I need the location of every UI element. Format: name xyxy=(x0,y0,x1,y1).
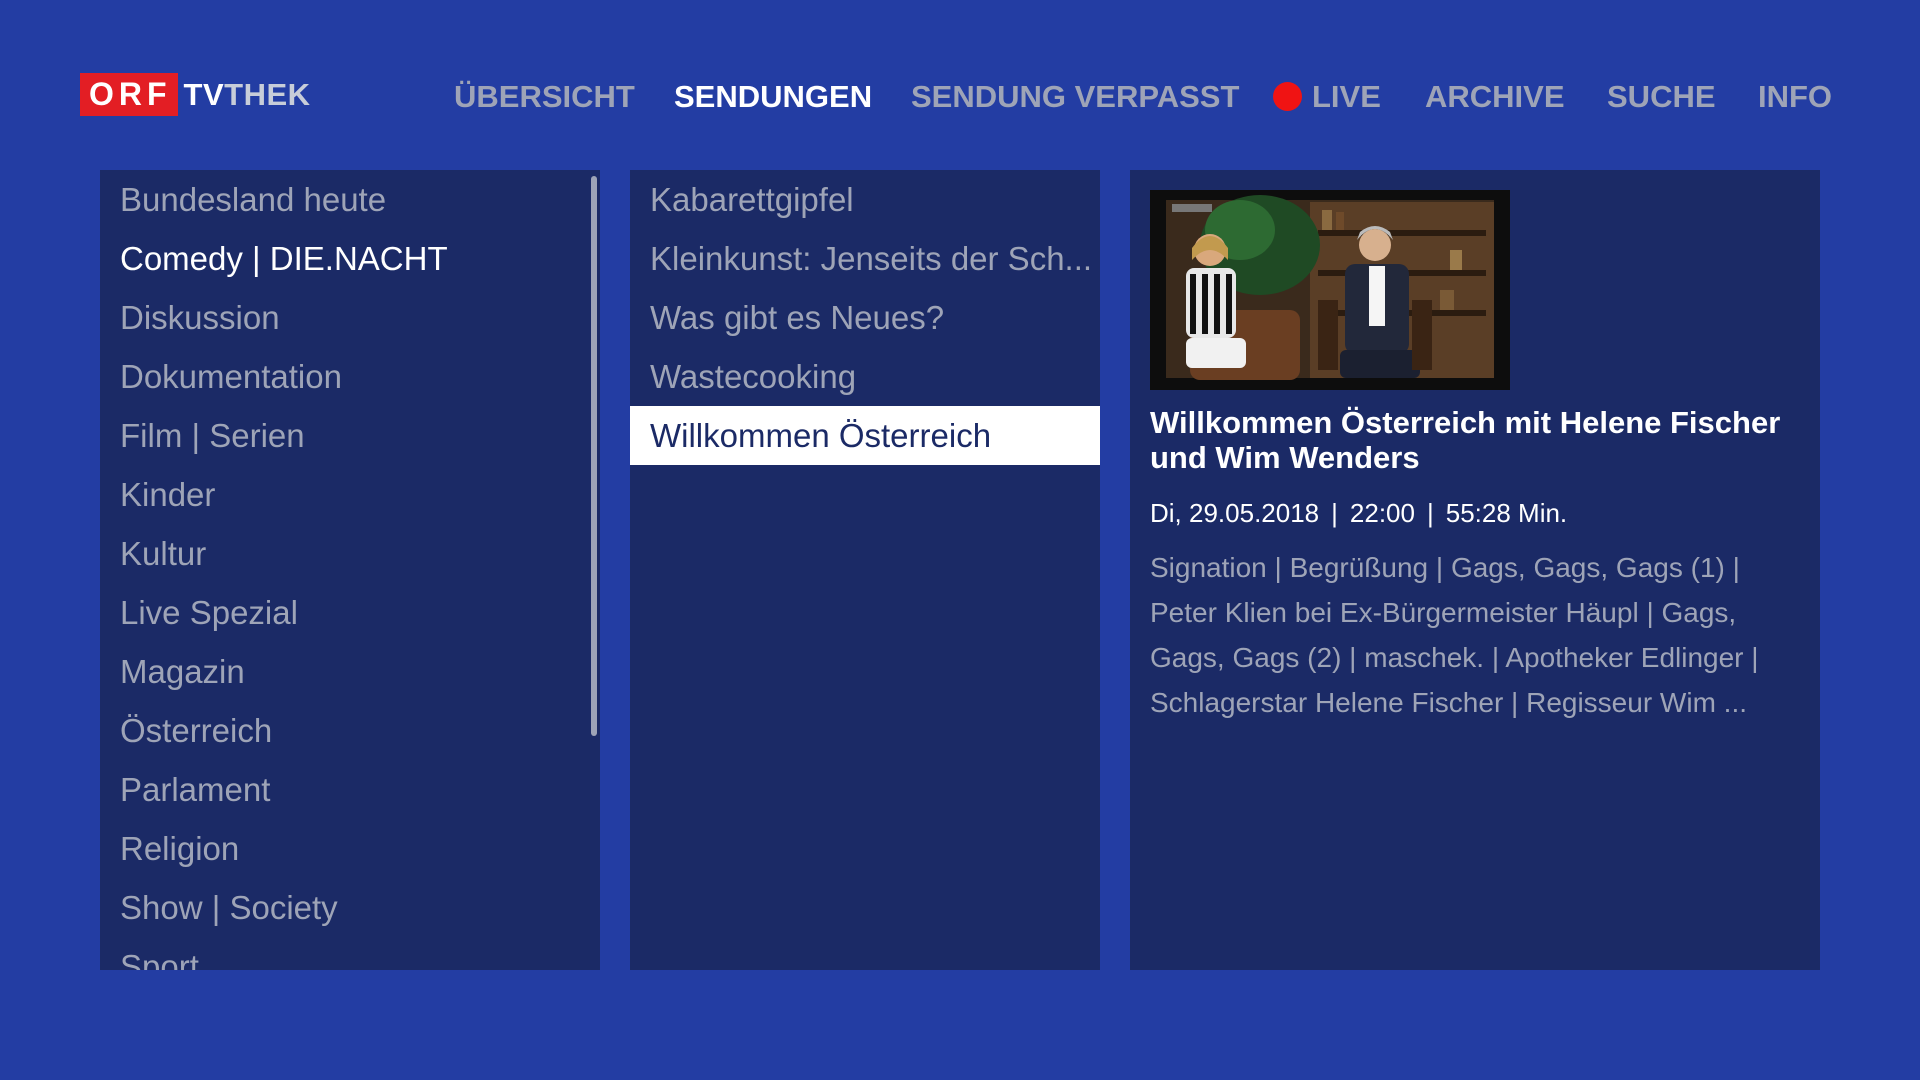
category-item[interactable]: Kinder xyxy=(100,465,600,524)
app-root: ORF TV THEK ÜBERSICHT SENDUNGEN SENDUNG … xyxy=(0,0,1920,1080)
nav-label: INFO xyxy=(1758,79,1833,114)
nav-live[interactable]: LIVE xyxy=(1273,76,1381,118)
nav-label: LIVE xyxy=(1312,79,1381,114)
episode-meta: Di, 29.05.2018 | 22:00 | 55:28 Min. xyxy=(1150,498,1567,529)
category-list[interactable]: Bundesland heute Comedy | DIE.NACHT Disk… xyxy=(100,170,600,970)
nav-archive[interactable]: ARCHIVE xyxy=(1425,76,1565,118)
main-nav: ÜBERSICHT SENDUNGEN SENDUNG VERPASST LIV… xyxy=(0,76,1920,118)
nav-label: SENDUNG VERPASST xyxy=(911,79,1240,114)
episode-thumbnail[interactable] xyxy=(1150,190,1510,390)
meta-separator: | xyxy=(1331,498,1338,528)
nav-suche[interactable]: SUCHE xyxy=(1607,76,1716,118)
category-item[interactable]: Diskussion xyxy=(100,288,600,347)
category-item[interactable]: Film | Serien xyxy=(100,406,600,465)
nav-label: ARCHIVE xyxy=(1425,79,1565,114)
episode-date: Di, 29.05.2018 xyxy=(1150,498,1320,528)
show-item[interactable]: Wastecooking xyxy=(630,347,1100,406)
nav-label: SUCHE xyxy=(1607,79,1716,114)
nav-label: SENDUNGEN xyxy=(674,79,873,114)
episode-title: Willkommen Österreich mit Helene Fischer… xyxy=(1150,405,1781,475)
show-item[interactable]: Was gibt es Neues? xyxy=(630,288,1100,347)
thumbnail-image xyxy=(1150,190,1510,390)
category-item[interactable]: Österreich xyxy=(100,701,600,760)
episode-description: Signation | Begrüßung | Gags, Gags, Gags… xyxy=(1150,552,1759,718)
nav-info[interactable]: INFO xyxy=(1758,76,1832,118)
nav-sendung-verpasst[interactable]: SENDUNG VERPASST xyxy=(911,76,1239,118)
category-item[interactable]: Parlament xyxy=(100,760,600,819)
category-item[interactable]: Bundesland heute xyxy=(100,170,600,229)
category-item[interactable]: Dokumentation xyxy=(100,347,600,406)
meta-separator: | xyxy=(1426,498,1434,528)
category-scrollbar[interactable] xyxy=(591,176,597,736)
live-dot-icon xyxy=(1273,82,1302,111)
category-item[interactable]: Show | Society xyxy=(100,878,600,937)
category-item[interactable]: Religion xyxy=(100,819,600,878)
episode-detail: Willkommen Österreich mit Helene Fischer… xyxy=(1130,170,1820,970)
show-list[interactable]: Kabarettgipfel Kleinkunst: Jenseits der … xyxy=(630,170,1100,970)
category-item[interactable]: Comedy | DIE.NACHT xyxy=(100,229,600,288)
episode-time: 22:00 xyxy=(1349,498,1415,528)
show-item[interactable]: Kleinkunst: Jenseits der Sch... xyxy=(630,229,1100,288)
category-item[interactable]: Kultur xyxy=(100,524,600,583)
episode-duration: 55:28 Min. xyxy=(1445,498,1568,528)
show-item-selected[interactable]: Willkommen Österreich xyxy=(630,406,1100,465)
category-item[interactable]: Sport xyxy=(100,937,600,970)
category-item[interactable]: Live Spezial xyxy=(100,583,600,642)
nav-uebersicht[interactable]: ÜBERSICHT xyxy=(454,76,635,118)
show-item[interactable]: Kabarettgipfel xyxy=(630,170,1100,229)
nav-sendungen[interactable]: SENDUNGEN xyxy=(674,76,872,118)
nav-label: ÜBERSICHT xyxy=(454,79,635,114)
category-item[interactable]: Magazin xyxy=(100,642,600,701)
